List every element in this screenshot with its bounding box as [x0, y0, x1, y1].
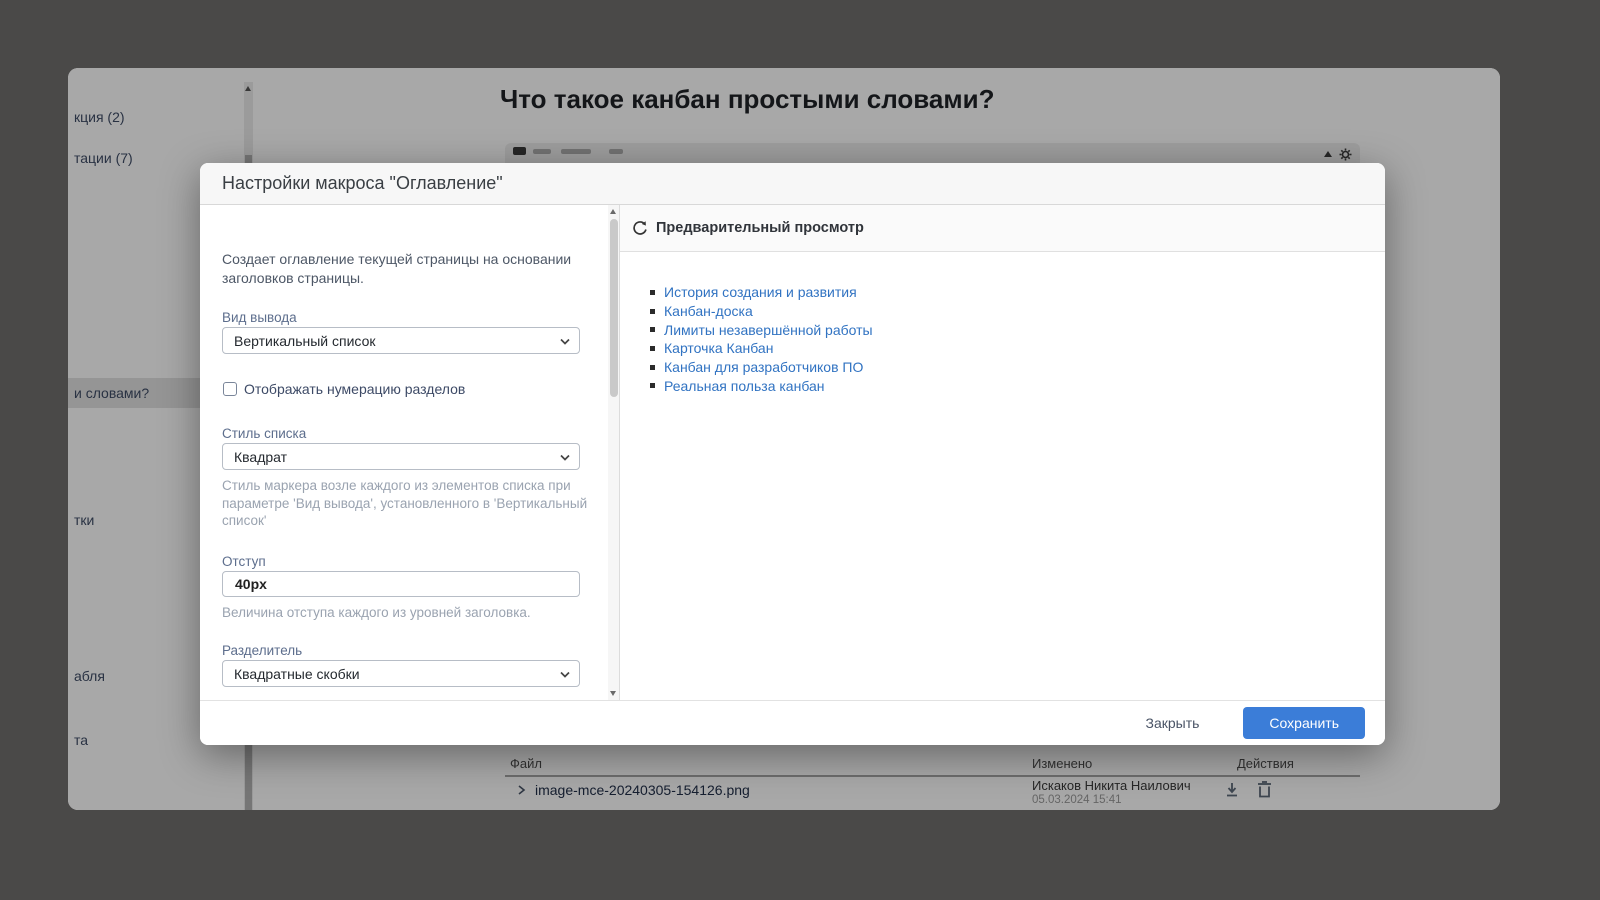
toc-link[interactable]: Канбан-доска [664, 303, 753, 319]
separator-label: Разделитель [222, 643, 302, 658]
dialog-header: Настройки макроса "Оглавление" [200, 163, 1385, 205]
toc-link[interactable]: История создания и развития [664, 284, 857, 300]
numbering-checkbox-row: Отображать нумерацию разделов [223, 381, 465, 397]
dialog-title: Настройки макроса "Оглавление" [222, 173, 503, 194]
preview-panel: Предварительный просмотр История создани… [619, 205, 1385, 700]
list-item: История создания и развития [650, 283, 873, 302]
toc-link[interactable]: Лимиты незавершённой работы [664, 322, 873, 338]
form-scrollbar[interactable] [608, 205, 619, 700]
separator-value: Квадратные скобки [234, 666, 360, 682]
toc-preview-list: История создания и развития Канбан-доска… [650, 283, 873, 395]
bullet-square-icon [650, 327, 655, 332]
numbering-checkbox-label[interactable]: Отображать нумерацию разделов [244, 381, 465, 397]
output-type-select[interactable]: Вертикальный список [222, 327, 580, 354]
output-type-value: Вертикальный список [234, 333, 376, 349]
chevron-down-icon [560, 338, 570, 345]
list-style-value: Квадрат [234, 449, 287, 465]
bullet-square-icon [650, 346, 655, 351]
list-style-select[interactable]: Квадрат [222, 443, 580, 470]
numbering-checkbox[interactable] [223, 382, 237, 396]
macro-settings-dialog: Настройки макроса "Оглавление" Создает о… [200, 163, 1385, 745]
list-style-label: Стиль списка [222, 426, 306, 441]
toc-link[interactable]: Карточка Канбан [664, 340, 773, 356]
bullet-square-icon [650, 309, 655, 314]
close-button[interactable]: Закрыть [1146, 715, 1200, 731]
macro-description: Создает оглавление текущей страницы на о… [222, 250, 584, 288]
bullet-square-icon [650, 290, 655, 295]
list-item: Канбан-доска [650, 302, 873, 321]
save-button[interactable]: Сохранить [1243, 707, 1365, 739]
indent-help: Величина отступа каждого из уровней заго… [222, 604, 588, 622]
toc-link[interactable]: Канбан для разработчиков ПО [664, 359, 863, 375]
list-style-help: Стиль маркера возле каждого из элементов… [222, 477, 588, 530]
toc-link[interactable]: Реальная польза канбан [664, 378, 825, 394]
scroll-up-icon[interactable] [610, 209, 616, 214]
list-item: Лимиты незавершённой работы [650, 320, 873, 339]
output-type-label: Вид вывода [222, 310, 297, 325]
list-item: Реальная польза канбан [650, 376, 873, 395]
separator-select[interactable]: Квадратные скобки [222, 660, 580, 687]
bullet-square-icon [650, 365, 655, 370]
list-item: Канбан для разработчиков ПО [650, 358, 873, 377]
list-item: Карточка Канбан [650, 339, 873, 358]
preview-header: Предварительный просмотр [620, 205, 1385, 252]
dialog-footer: Закрыть Сохранить [200, 700, 1385, 745]
indent-input[interactable] [222, 571, 580, 597]
refresh-icon[interactable] [632, 220, 648, 236]
preview-title: Предварительный просмотр [656, 220, 864, 236]
chevron-down-icon [560, 671, 570, 678]
macro-settings-form: Создает оглавление текущей страницы на о… [200, 205, 608, 700]
scrollbar-thumb[interactable] [610, 219, 618, 397]
indent-label: Отступ [222, 554, 266, 569]
scroll-down-icon[interactable] [610, 691, 616, 696]
chevron-down-icon [560, 454, 570, 461]
bullet-square-icon [650, 383, 655, 388]
